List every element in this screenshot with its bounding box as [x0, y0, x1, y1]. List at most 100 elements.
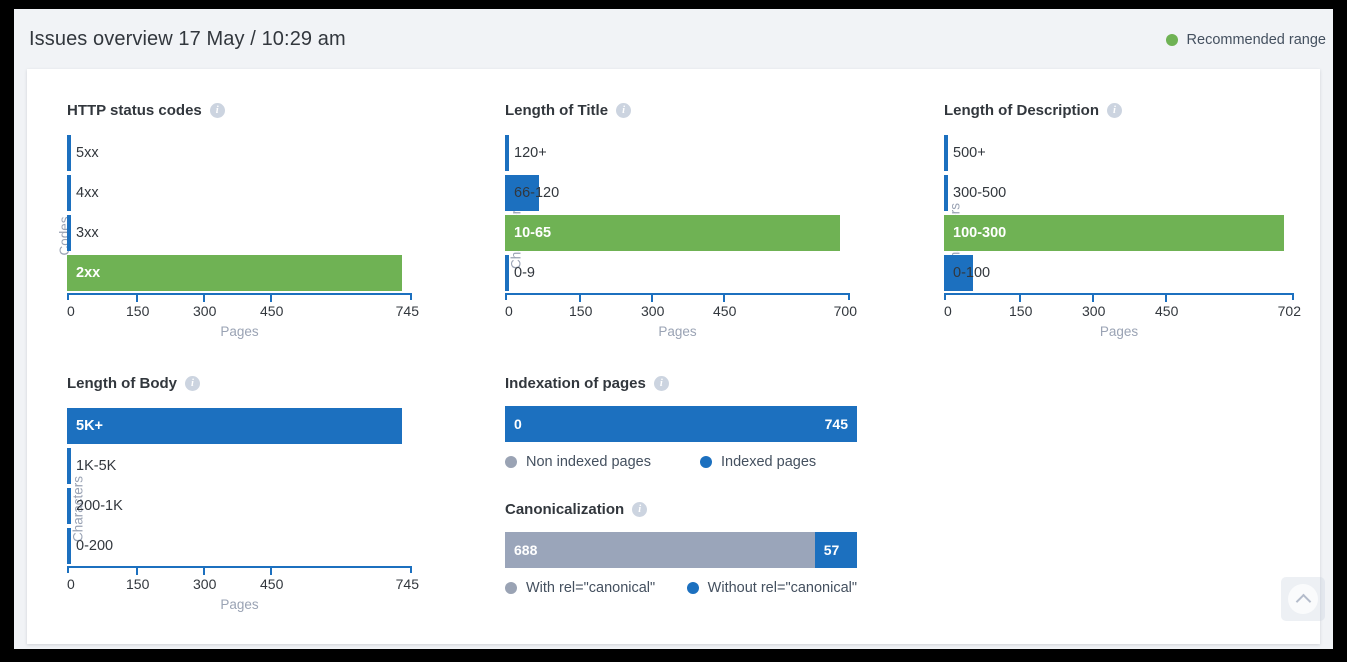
legend-label: Indexed pages	[721, 454, 817, 470]
axis-tick-label: 450	[713, 303, 737, 319]
chevron-up-icon	[1295, 593, 1311, 609]
bar[interactable]	[505, 135, 509, 171]
bar-row[interactable]: 200-1K	[67, 486, 447, 526]
axis-tick	[1092, 295, 1094, 302]
panel-length-of-description: Length of Description i Characters 500+ …	[944, 102, 1324, 339]
scroll-to-top-button[interactable]	[1281, 577, 1325, 621]
x-axis	[505, 293, 850, 302]
bar-row[interactable]: 10-65	[505, 213, 885, 253]
bar[interactable]	[67, 135, 71, 171]
axis-tick	[579, 295, 581, 302]
bar-row[interactable]: 0-200	[67, 526, 447, 566]
bar-label: 5xx	[76, 145, 99, 161]
bar-row[interactable]: 120+	[505, 133, 885, 173]
info-icon[interactable]: i	[184, 376, 200, 391]
legend-recommended-range-label: Recommended range	[1186, 32, 1326, 48]
legend-grey-dot-icon	[505, 582, 517, 594]
legend-green-dot-icon	[1165, 34, 1178, 46]
axis-tick-label: 450	[260, 303, 284, 319]
axis-tick	[270, 295, 272, 302]
x-axis-title: Pages	[1099, 324, 1139, 339]
bar[interactable]	[67, 448, 71, 484]
bar[interactable]	[505, 255, 509, 291]
legend-item-indexed[interactable]: Indexed pages	[700, 454, 816, 470]
bar-row[interactable]: 5xx	[67, 133, 447, 173]
axis-max-label: 700	[833, 303, 857, 319]
bar[interactable]	[505, 215, 840, 251]
info-icon[interactable]: i	[209, 103, 225, 118]
chart-indexation-of-pages: 0 745	[505, 406, 857, 442]
app-screen: Issues overview 17 May / 10:29 am Recomm…	[14, 9, 1333, 649]
bar-row[interactable]: 500+	[944, 133, 1324, 173]
x-axis-tick-labels: 0 150 300 450 702	[944, 303, 1301, 323]
legend-grey-dot-icon	[505, 456, 517, 468]
axis-tick-label: 150	[569, 303, 593, 319]
panel-indexation-of-pages: Indexation of pages i 0 745 Non indexed …	[505, 375, 857, 470]
bar-row[interactable]: 3xx	[67, 213, 447, 253]
x-axis	[944, 293, 1294, 302]
axis-tick-label: 150	[1009, 303, 1033, 319]
info-icon[interactable]: i	[616, 103, 632, 118]
x-axis-tick-labels: 0 150 300 450 745	[67, 576, 419, 596]
bar[interactable]	[67, 408, 402, 444]
panel-length-of-body: Length of Body i Characters 5K+ 1K-5K 20…	[67, 375, 447, 612]
page-header: Issues overview 17 May / 10:29 am Recomm…	[14, 9, 1333, 69]
info-icon[interactable]: i	[653, 376, 669, 391]
legend-label: Non indexed pages	[526, 454, 651, 470]
x-axis-tick-labels: 0 150 300 450 745	[67, 303, 419, 323]
bar-row[interactable]: 66-120	[505, 173, 885, 213]
axis-tick-label: 300	[193, 576, 217, 592]
legend-label: With rel="canonical"	[526, 580, 656, 596]
bar-label: 200-1K	[76, 498, 123, 514]
bar[interactable]	[67, 255, 402, 291]
bar-row[interactable]: 1K-5K	[67, 446, 447, 486]
bar-row[interactable]: 4xx	[67, 173, 447, 213]
axis-tick-label: 450	[1155, 303, 1179, 319]
bar[interactable]	[505, 175, 539, 211]
axis-tick-label: 150	[126, 576, 150, 592]
bar-row[interactable]: 100-300	[944, 213, 1324, 253]
bar[interactable]	[67, 175, 71, 211]
bar-row[interactable]: 300-500	[944, 173, 1324, 213]
bars: 5K+ 1K-5K 200-1K 0-200	[67, 406, 447, 566]
panel-title-length-of-body: Length of Body i	[67, 375, 447, 392]
legend-item-without-canonical[interactable]: Without rel="canonical"	[686, 580, 857, 596]
bar[interactable]	[944, 175, 948, 211]
bar[interactable]	[67, 488, 71, 524]
bar-row[interactable]: 2xx	[67, 253, 447, 293]
axis-max-label: 745	[395, 303, 419, 319]
info-icon[interactable]: i	[1107, 103, 1122, 118]
legend-item-non-indexed[interactable]: Non indexed pages	[505, 454, 700, 470]
bar-label: 4xx	[76, 185, 99, 201]
bar[interactable]	[67, 215, 71, 251]
axis-tick	[203, 568, 205, 575]
axis-max-label: 702	[1277, 303, 1301, 319]
bars: 5xx 4xx 3xx 2xx	[67, 133, 447, 293]
bar-row[interactable]: 5K+	[67, 406, 447, 446]
legend-blue-dot-icon	[686, 582, 699, 594]
axis-tick-label: 300	[641, 303, 665, 319]
axis-tick-label: 300	[193, 303, 217, 319]
x-axis-title: Pages	[220, 597, 259, 612]
bar[interactable]	[944, 255, 973, 291]
x-axis	[67, 293, 412, 302]
stack-segment-with-canonical[interactable]: 688	[505, 532, 815, 568]
legend-item-with-canonical[interactable]: With rel="canonical"	[505, 580, 687, 596]
panel-title-length-of-title: Length of Title i	[505, 102, 885, 119]
x-axis-tick-labels: 0 150 300 450 700	[505, 303, 857, 323]
page-title: Issues overview 17 May / 10:29 am	[29, 28, 346, 50]
info-icon[interactable]: i	[632, 502, 648, 517]
bar-row[interactable]: 0-9	[505, 253, 885, 293]
bar[interactable]	[67, 528, 71, 564]
bar[interactable]	[944, 135, 948, 171]
stack-segment-indexed[interactable]: 0 745	[505, 406, 857, 442]
stack-segment-without-canonical[interactable]: 57	[814, 532, 857, 568]
panel-title-text: Indexation of pages	[505, 375, 646, 392]
stack-segment-value-without-canonical: 57	[823, 542, 840, 558]
legend-label: Without rel="canonical"	[707, 580, 857, 596]
bar-row[interactable]: 0-100	[944, 253, 1324, 293]
axis-tick	[723, 295, 725, 302]
bar[interactable]	[944, 215, 1284, 251]
axis-tick	[136, 568, 138, 575]
axis-tick	[270, 568, 272, 575]
